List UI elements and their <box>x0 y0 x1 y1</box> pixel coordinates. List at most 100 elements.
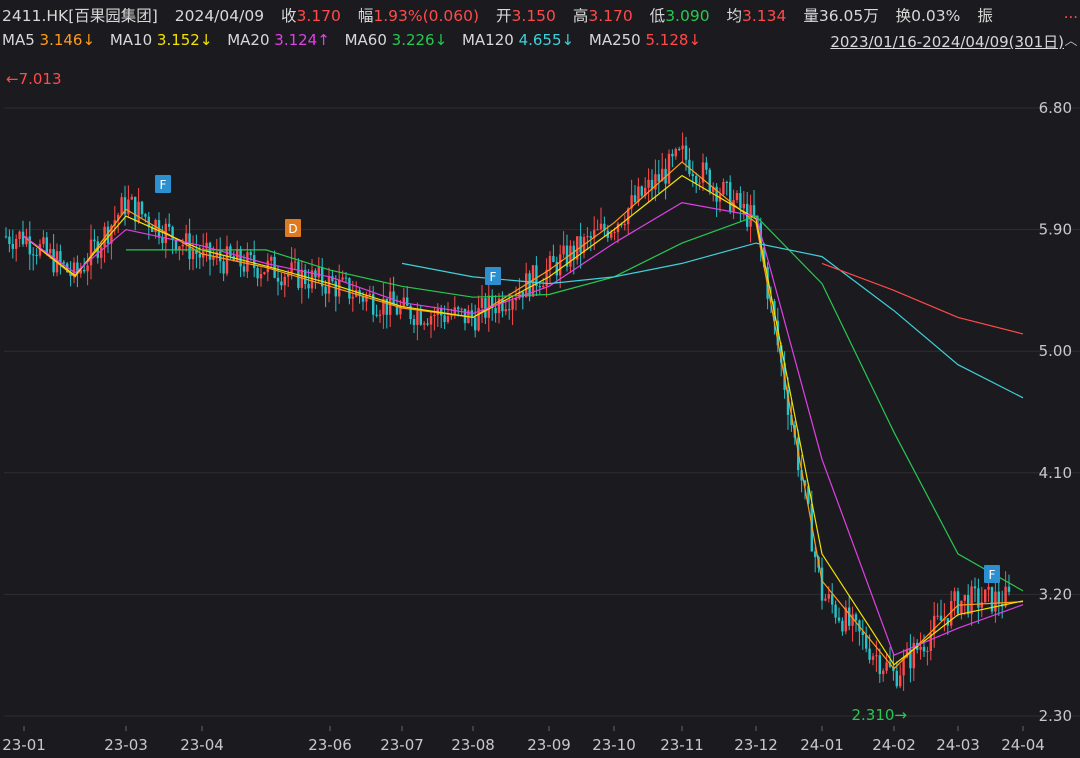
candle-body <box>100 247 103 258</box>
x-tick-label: 23-10 <box>592 736 636 754</box>
candle-body <box>140 201 144 215</box>
x-tick-label: 24-04 <box>1001 736 1045 754</box>
candle-body <box>426 323 429 325</box>
candle-body <box>191 250 195 260</box>
candle-body <box>324 286 327 294</box>
candle-body <box>300 269 303 288</box>
candle-body <box>895 670 898 687</box>
candle-body <box>256 267 259 279</box>
candle-body <box>538 286 541 288</box>
candle-body <box>11 243 14 249</box>
candle-body <box>433 314 436 317</box>
candle-body <box>28 236 31 255</box>
y-tick-label: 5.00 <box>1039 342 1072 360</box>
x-tick-label: 23-04 <box>180 736 224 754</box>
candle-body <box>936 615 939 617</box>
candle-body <box>569 245 572 267</box>
candle-body <box>752 205 756 216</box>
candle-body <box>198 253 201 258</box>
max-price-label: ←7.013 <box>6 70 62 88</box>
candle-body <box>212 256 215 260</box>
x-tick-label: 23-07 <box>380 736 424 754</box>
x-tick-label: 23-08 <box>451 736 495 754</box>
candle-body <box>970 586 973 615</box>
candle-body <box>984 589 987 603</box>
event-marker-label: D <box>288 222 297 236</box>
x-tick-label: 24-02 <box>872 736 916 754</box>
candle-body <box>596 229 599 231</box>
candle-body <box>511 300 514 310</box>
candle-body <box>239 248 242 267</box>
candle-body <box>457 307 460 310</box>
candle-body <box>579 236 582 253</box>
candle-body <box>365 295 368 302</box>
candle-body <box>691 174 694 177</box>
candle-body <box>980 602 983 608</box>
candle-body <box>922 646 926 652</box>
candle-body <box>259 273 263 279</box>
candle-body <box>59 251 62 263</box>
event-marker-label: F <box>160 178 167 192</box>
candle-body <box>130 196 133 200</box>
candle-body <box>705 162 708 170</box>
candle-body <box>474 317 477 331</box>
candle-body <box>446 316 450 322</box>
candle-body <box>953 591 956 602</box>
candle-body <box>667 153 671 184</box>
candle-body <box>222 261 225 274</box>
candle-body <box>623 224 626 226</box>
kline-chart[interactable]: 6.80 5.90 5.00 4.10 3.20 2.30 23-01 23-03 23-04 2… <box>0 0 1080 758</box>
x-tick-label: 23-01 <box>2 736 46 754</box>
candle-body <box>871 656 875 660</box>
candle-body <box>276 277 280 282</box>
x-tick-label: 23-06 <box>308 736 352 754</box>
candle-body <box>93 239 96 242</box>
candle-body <box>956 591 960 614</box>
candle-body <box>4 236 8 238</box>
candle-body <box>419 311 422 325</box>
candle-body <box>1007 586 1011 592</box>
x-tick-label: 24-03 <box>936 736 980 754</box>
x-tick-label: 23-11 <box>660 736 704 754</box>
candle-body <box>171 226 174 240</box>
y-tick-label: 5.90 <box>1039 221 1072 239</box>
candle-body <box>640 186 643 196</box>
candle-body <box>423 323 426 325</box>
candle-body <box>616 223 620 233</box>
candle-body <box>831 594 834 605</box>
candle-body <box>290 262 293 274</box>
event-marker-label: F <box>490 270 497 284</box>
candle-body <box>62 262 65 264</box>
candle-body <box>229 246 232 257</box>
candle-body <box>494 308 497 314</box>
candle-body <box>729 182 732 213</box>
candle-body <box>42 237 45 244</box>
candle-body <box>1004 586 1007 607</box>
candle-body <box>548 256 552 270</box>
candle-body <box>875 655 878 657</box>
candle-body <box>127 199 130 215</box>
candle-body <box>827 594 830 599</box>
candle-body <box>933 615 936 634</box>
candle-body <box>926 651 929 653</box>
candle-body <box>735 192 739 201</box>
candle-body <box>161 237 164 244</box>
candle-body <box>35 254 38 256</box>
candle-body <box>283 276 286 286</box>
candle-body <box>939 615 943 621</box>
candle-body <box>32 254 35 256</box>
candle-body <box>480 297 484 308</box>
candle-body <box>484 297 487 318</box>
x-tick-label: 23-12 <box>734 736 778 754</box>
candle-body <box>562 245 565 255</box>
candle-body <box>987 586 990 590</box>
candle-body <box>552 256 555 263</box>
candle-body <box>674 148 677 157</box>
candle-body <box>865 634 868 649</box>
candle-body <box>174 239 178 251</box>
candle-body <box>848 607 851 626</box>
candle-body <box>327 276 331 294</box>
candle-body <box>613 232 616 234</box>
candle-body <box>837 617 841 621</box>
ma250-line <box>821 262 1024 335</box>
